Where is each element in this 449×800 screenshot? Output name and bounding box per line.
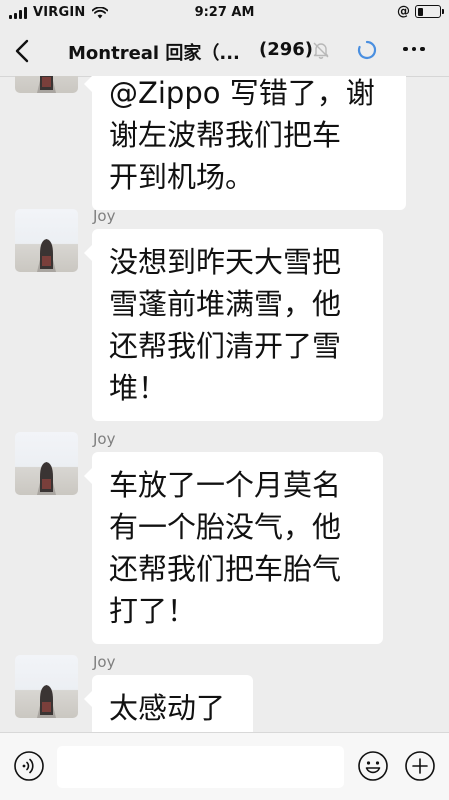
battery-icon bbox=[415, 5, 444, 18]
sender-name: Joy bbox=[93, 653, 116, 671]
sender-name: Joy bbox=[93, 430, 116, 448]
avatar-image bbox=[37, 239, 56, 272]
avatar[interactable] bbox=[15, 76, 78, 93]
message-line: 有一个胎没气，他 bbox=[109, 510, 342, 544]
message-bubble[interactable]: @Zippo 写错了，谢 谢左波帮我们把车 开到机场。 bbox=[84, 76, 406, 210]
message-line: 打了！ bbox=[109, 594, 197, 628]
voice-icon[interactable] bbox=[13, 750, 45, 782]
message-line: 还帮我们把车胎气 bbox=[109, 552, 342, 586]
message-bubble[interactable]: 没想到昨天大雪把 雪蓬前堆满雪，他 还帮我们清开了雪 堆！ bbox=[84, 229, 383, 421]
message-line: 车放了一个月莫名 bbox=[109, 468, 342, 502]
plus-icon[interactable] bbox=[404, 750, 436, 782]
back-arrow-icon[interactable] bbox=[10, 38, 36, 64]
member-count: (296) bbox=[259, 39, 314, 60]
message-input[interactable] bbox=[57, 746, 344, 788]
clock: 9:27 AM bbox=[194, 5, 255, 20]
status-right: @ bbox=[397, 4, 444, 19]
message-line: @Zippo 写错了，谢 bbox=[109, 76, 375, 110]
avatar[interactable] bbox=[15, 432, 78, 495]
message-line: 谢左波帮我们把车 bbox=[109, 118, 342, 152]
input-bar bbox=[0, 732, 449, 800]
message-line: 堆！ bbox=[109, 371, 168, 405]
mute-bell-icon bbox=[313, 42, 329, 59]
battery-fill bbox=[417, 7, 423, 16]
avatar[interactable] bbox=[15, 655, 78, 718]
avatar-image bbox=[37, 462, 56, 495]
sender-name: Joy bbox=[93, 207, 116, 225]
message-bubble[interactable]: 车放了一个月莫名 有一个胎没气，他 还帮我们把车胎气 打了！ bbox=[84, 452, 383, 644]
avatar-image bbox=[37, 685, 56, 718]
chat-header: Montreal 回家（... (296) bbox=[0, 26, 449, 77]
loading-icon bbox=[357, 40, 377, 60]
message-bubble[interactable]: 太感动了 bbox=[84, 675, 253, 732]
rotation-lock-icon: @ bbox=[397, 4, 410, 19]
message-line: 太感动了 bbox=[109, 691, 226, 725]
avatar-image bbox=[37, 76, 56, 93]
emoji-icon[interactable] bbox=[357, 750, 389, 782]
message-line: 还帮我们清开了雪 bbox=[109, 329, 342, 363]
status-bar: VIRGIN 9:27 AM @ bbox=[0, 0, 449, 26]
more-icon[interactable] bbox=[403, 42, 427, 56]
message-line: 没想到昨天大雪把 bbox=[109, 245, 342, 279]
message-list[interactable]: @Zippo 写错了，谢 谢左波帮我们把车 开到机场。 Joy 没想到昨天大雪把… bbox=[0, 76, 449, 732]
avatar[interactable] bbox=[15, 209, 78, 272]
chat-screen: VIRGIN 9:27 AM @ Montreal 回家（... (296) @… bbox=[0, 0, 449, 800]
chat-title[interactable]: Montreal 回家（... bbox=[68, 39, 240, 65]
message-line: 雪蓬前堆满雪，他 bbox=[109, 287, 342, 321]
message-line: 开到机场。 bbox=[109, 160, 255, 194]
